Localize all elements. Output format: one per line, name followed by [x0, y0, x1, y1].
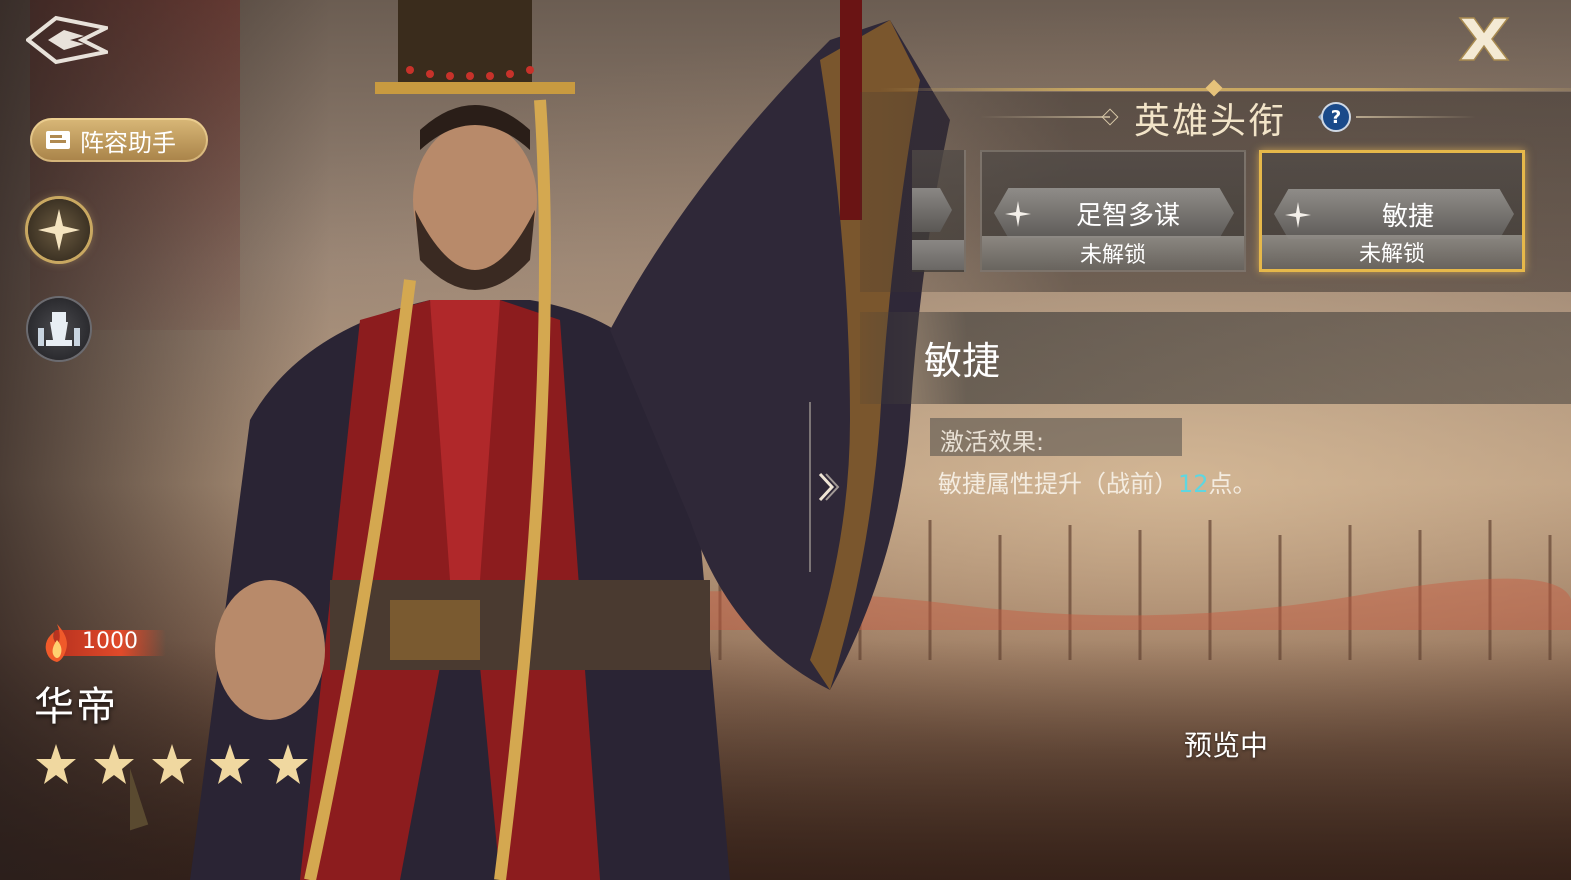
- effect-value: 12: [1178, 470, 1209, 498]
- card-plate: 敏捷: [1274, 189, 1514, 239]
- title-card-name: 敏捷: [1381, 201, 1434, 232]
- effect-suffix: 点。: [1208, 470, 1257, 498]
- title-line-left: [980, 116, 1110, 118]
- rating-star-icon: [94, 744, 134, 784]
- close-icon[interactable]: [1456, 14, 1512, 64]
- title-card-status: 未解锁: [1262, 235, 1522, 269]
- collapse-arrow-icon[interactable]: [808, 402, 842, 572]
- formation-tab-button[interactable]: [28, 298, 90, 360]
- rating-star-icon: [36, 744, 76, 784]
- rating-star-icon: [152, 744, 192, 784]
- effect-prefix: 敏捷属性提升（战前）: [938, 470, 1178, 498]
- detail-title-name: 敏捷: [924, 339, 1001, 383]
- rating-star-icon: [210, 744, 250, 784]
- title-line-right: [1356, 116, 1476, 118]
- back-arrow-icon[interactable]: [26, 14, 108, 66]
- effect-label: 激活效果:: [940, 428, 1045, 456]
- panel-divider: [880, 88, 1571, 91]
- card-plate: 足智多谋: [994, 188, 1234, 238]
- combat-power: 1000: [36, 622, 166, 662]
- book-icon: [46, 131, 70, 149]
- flame-icon: [45, 624, 67, 662]
- star-rating: [34, 742, 310, 786]
- card-plate: [912, 188, 952, 232]
- star-compass-icon: [1005, 201, 1031, 227]
- rating-star-icon: [268, 744, 308, 784]
- lineup-helper-button[interactable]: 阵容助手: [30, 118, 208, 162]
- help-icon[interactable]: ?: [1316, 100, 1352, 134]
- chess-icon: [38, 312, 80, 346]
- preview-status: 预览中: [1184, 729, 1269, 762]
- power-value: 1000: [82, 629, 138, 654]
- title-card-2-selected[interactable]: 敏捷 未解锁: [1259, 150, 1525, 272]
- svg-text:?: ?: [1331, 107, 1341, 128]
- title-card-1[interactable]: 足智多谋 未解锁: [980, 150, 1246, 272]
- star-compass-icon: [1285, 202, 1311, 228]
- effect-description: 敏捷属性提升（战前）12点。: [938, 464, 1257, 499]
- lineup-helper-label: 阵容助手: [80, 128, 176, 157]
- title-card-partial[interactable]: [912, 150, 966, 272]
- title-tab-button[interactable]: [28, 199, 90, 261]
- star-compass-icon: [38, 209, 80, 251]
- hero-name: 华帝: [34, 684, 118, 730]
- card-strip: [912, 240, 964, 270]
- title-card-status: 未解锁: [982, 236, 1244, 270]
- panel-title: 英雄头衔: [1134, 101, 1287, 142]
- title-card-name: 足智多谋: [1075, 200, 1180, 231]
